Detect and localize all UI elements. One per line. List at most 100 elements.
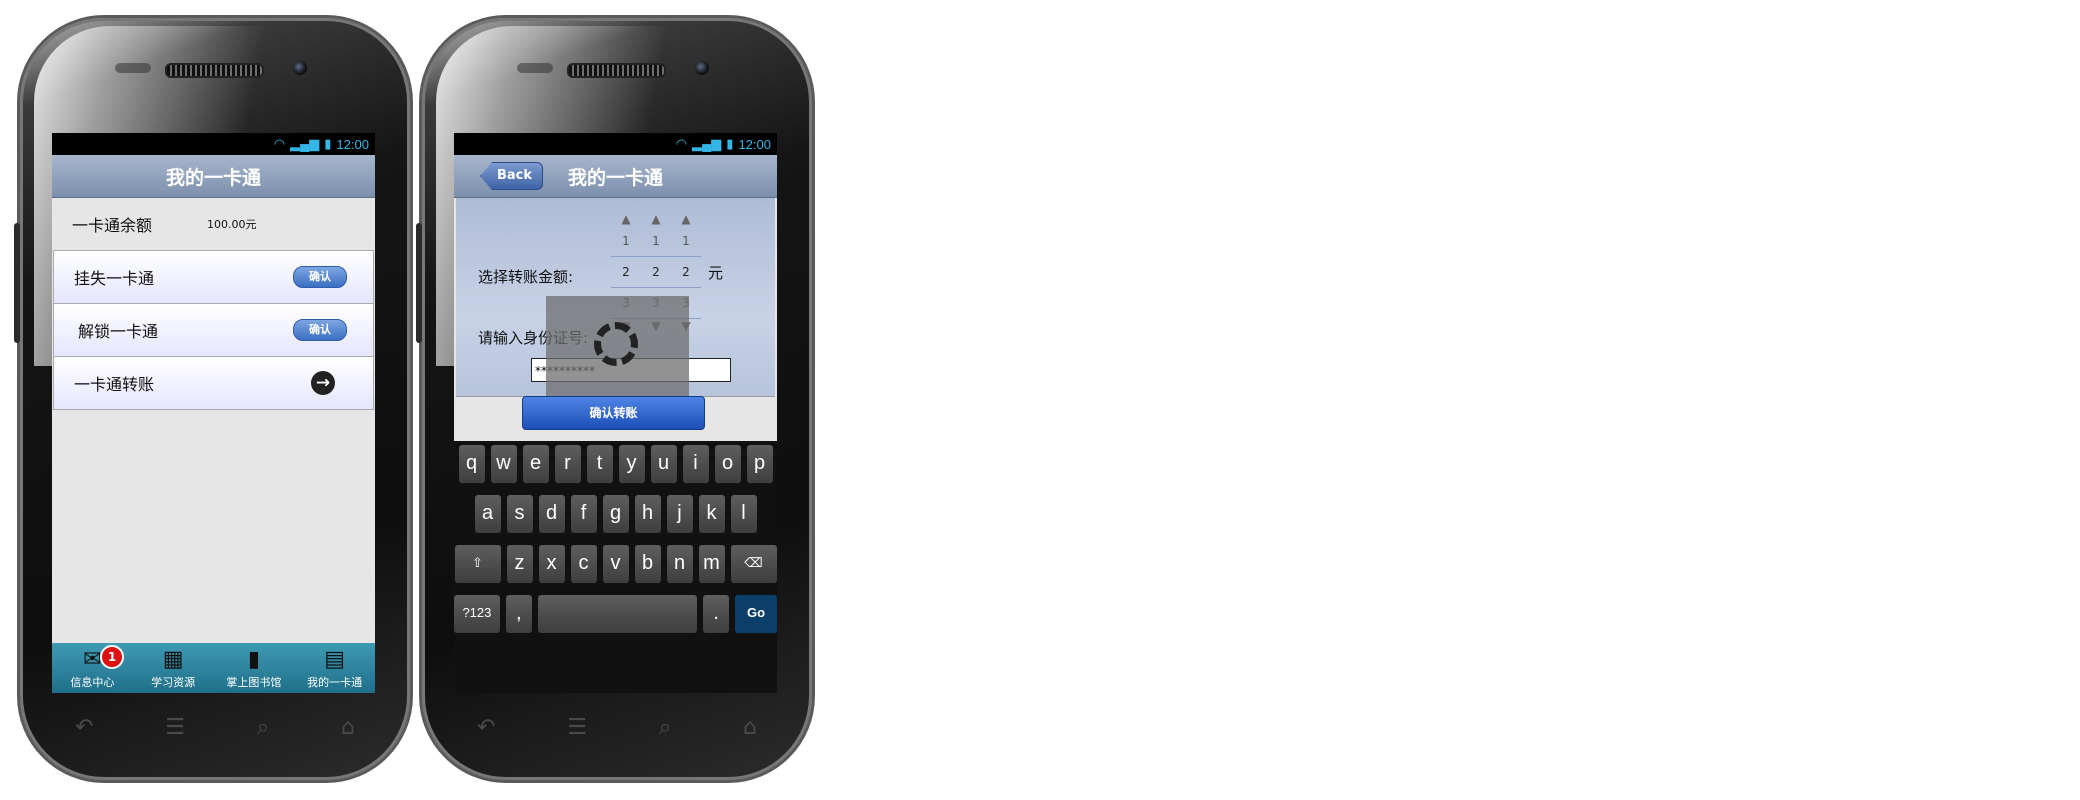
key-l[interactable]: l xyxy=(730,495,757,533)
key-z[interactable]: z xyxy=(506,545,533,583)
amount-unit: 元 xyxy=(708,264,724,282)
home-hw-icon[interactable]: ⌂ xyxy=(341,715,355,740)
balance-value: 100.00元 xyxy=(207,218,257,231)
status-bar: ◠ ▂▄▆ ▮ 12:00 xyxy=(454,133,777,155)
phone-frame-left: ◠ ▂▄▆ ▮ 12:00 我的一卡通 一卡通余额 100.00元 挂失一卡通 … xyxy=(14,18,410,780)
key-k[interactable]: k xyxy=(698,495,725,533)
wifi-icon: ◠ xyxy=(675,136,688,151)
amount-label: 选择转账金额: xyxy=(478,268,574,286)
key-f[interactable]: f xyxy=(570,495,597,533)
tab-learning-resources[interactable]: ▦ 学习资源 xyxy=(133,643,214,693)
key-j[interactable]: j xyxy=(666,495,693,533)
picker-option: 1 xyxy=(641,226,671,257)
tab-my-card[interactable]: ▤ 我的一卡通 xyxy=(294,643,375,693)
keyboard-row-2: a s d f g h j k l xyxy=(454,495,777,537)
back-hw-icon[interactable]: ↶ xyxy=(75,715,93,740)
report-loss-row: 挂失一卡通 确认 xyxy=(53,250,374,304)
key-q[interactable]: q xyxy=(458,445,485,483)
confirm-transfer-button[interactable]: 确认转账 xyxy=(522,396,705,430)
tab-label: 我的一卡通 xyxy=(307,676,363,689)
menu-hw-icon[interactable]: ☰ xyxy=(567,715,587,740)
period-key[interactable]: . xyxy=(703,595,730,633)
go-key[interactable]: Go xyxy=(735,595,777,633)
card-icon: ▤ xyxy=(324,647,346,672)
loading-spinner-icon xyxy=(594,322,638,366)
back-hw-icon[interactable]: ↶ xyxy=(477,715,495,740)
report-loss-confirm-button[interactable]: 确认 xyxy=(293,266,347,288)
key-u[interactable]: u xyxy=(650,445,677,483)
symbols-key[interactable]: ?123 xyxy=(454,595,500,633)
status-bar: ◠ ▂▄▆ ▮ 12:00 xyxy=(52,133,375,155)
key-g[interactable]: g xyxy=(602,495,629,533)
key-a[interactable]: a xyxy=(474,495,501,533)
calendar-icon: ▦ xyxy=(162,647,184,672)
proximity-sensor xyxy=(517,63,553,73)
shift-icon[interactable]: ⇧ xyxy=(454,545,501,583)
page-title-text: 我的一卡通 xyxy=(567,166,663,189)
tab-label: 信息中心 xyxy=(70,676,115,689)
arrow-right-icon[interactable]: → xyxy=(311,371,335,395)
key-m[interactable]: m xyxy=(698,545,725,583)
hardware-buttons: ↶ ☰ ⌕ ⌂ xyxy=(477,715,757,740)
side-button xyxy=(14,223,20,343)
picker-up-icon[interactable]: ▲ xyxy=(671,212,701,226)
picker-selected: 2 xyxy=(671,257,701,288)
wifi-icon: ◠ xyxy=(273,136,286,151)
picker-up-icon[interactable]: ▲ xyxy=(611,212,641,226)
unlock-confirm-button[interactable]: 确认 xyxy=(293,319,347,341)
key-r[interactable]: r xyxy=(554,445,581,483)
page-title: Back 我的一卡通 xyxy=(454,155,777,198)
transfer-form: 选择转账金额: ▲ 1 2 3 ▼ ▲ 1 2 3 ▼ ▲ 1 2 3 ▼ xyxy=(456,198,775,397)
key-d[interactable]: d xyxy=(538,495,565,533)
loading-overlay xyxy=(546,296,689,396)
back-button[interactable]: Back xyxy=(480,162,544,190)
soft-keyboard: q w e r t y u i o p a s d f g h j k l ⇧ … xyxy=(454,441,777,693)
earpiece-speaker xyxy=(567,63,666,78)
home-hw-icon[interactable]: ⌂ xyxy=(743,715,757,740)
key-x[interactable]: x xyxy=(538,545,565,583)
space-key[interactable] xyxy=(537,595,698,633)
tab-library[interactable]: ▮ 掌上图书馆 xyxy=(214,643,295,693)
search-hw-icon[interactable]: ⌕ xyxy=(659,715,671,740)
notification-badge: 1 xyxy=(100,645,124,669)
page-title-text: 我的一卡通 xyxy=(165,166,261,189)
status-time: 12:00 xyxy=(336,136,369,152)
key-o[interactable]: o xyxy=(714,445,741,483)
backspace-icon[interactable]: ⌫ xyxy=(730,545,777,583)
keyboard-row-3: ⇧ z x c v b n m ⌫ xyxy=(454,545,777,587)
key-y[interactable]: y xyxy=(618,445,645,483)
earpiece-speaker xyxy=(165,63,264,78)
picker-up-icon[interactable]: ▲ xyxy=(641,212,671,226)
hardware-buttons: ↶ ☰ ⌕ ⌂ xyxy=(75,715,355,740)
key-n[interactable]: n xyxy=(666,545,693,583)
key-p[interactable]: p xyxy=(746,445,773,483)
balance-label: 一卡通余额 xyxy=(72,216,153,235)
book-icon: ▮ xyxy=(247,647,260,672)
key-t[interactable]: t xyxy=(586,445,613,483)
key-i[interactable]: i xyxy=(682,445,709,483)
comma-key[interactable]: , xyxy=(505,595,532,633)
tab-label: 掌上图书馆 xyxy=(226,676,282,689)
front-camera xyxy=(293,61,307,75)
key-v[interactable]: v xyxy=(602,545,629,583)
menu-hw-icon[interactable]: ☰ xyxy=(165,715,185,740)
tab-bar: ✉ 1 信息中心 ▦ 学习资源 ▮ 掌上图书馆 ▤ 我的一卡通 xyxy=(52,643,375,693)
balance-row: 一卡通余额 100.00元 xyxy=(52,198,375,250)
key-h[interactable]: h xyxy=(634,495,661,533)
key-w[interactable]: w xyxy=(490,445,517,483)
key-e[interactable]: e xyxy=(522,445,549,483)
key-b[interactable]: b xyxy=(634,545,661,583)
search-hw-icon[interactable]: ⌕ xyxy=(257,715,269,740)
tab-label: 学习资源 xyxy=(151,676,196,689)
key-c[interactable]: c xyxy=(570,545,597,583)
unlock-label: 解锁一卡通 xyxy=(78,322,159,341)
picker-option: 1 xyxy=(611,226,641,257)
screen-card-transfer: ◠ ▂▄▆ ▮ 12:00 Back 我的一卡通 选择转账金额: ▲ 1 2 3… xyxy=(454,133,777,693)
tab-info-center[interactable]: ✉ 1 信息中心 xyxy=(52,643,133,693)
key-s[interactable]: s xyxy=(506,495,533,533)
transfer-row[interactable]: 一卡通转账 → xyxy=(53,357,374,410)
signal-icon: ▂▄▆ xyxy=(290,136,320,151)
screen-card-home: ◠ ▂▄▆ ▮ 12:00 我的一卡通 一卡通余额 100.00元 挂失一卡通 … xyxy=(52,133,375,693)
side-button xyxy=(416,223,422,343)
keyboard-row-4: ?123 , . Go xyxy=(454,595,777,637)
